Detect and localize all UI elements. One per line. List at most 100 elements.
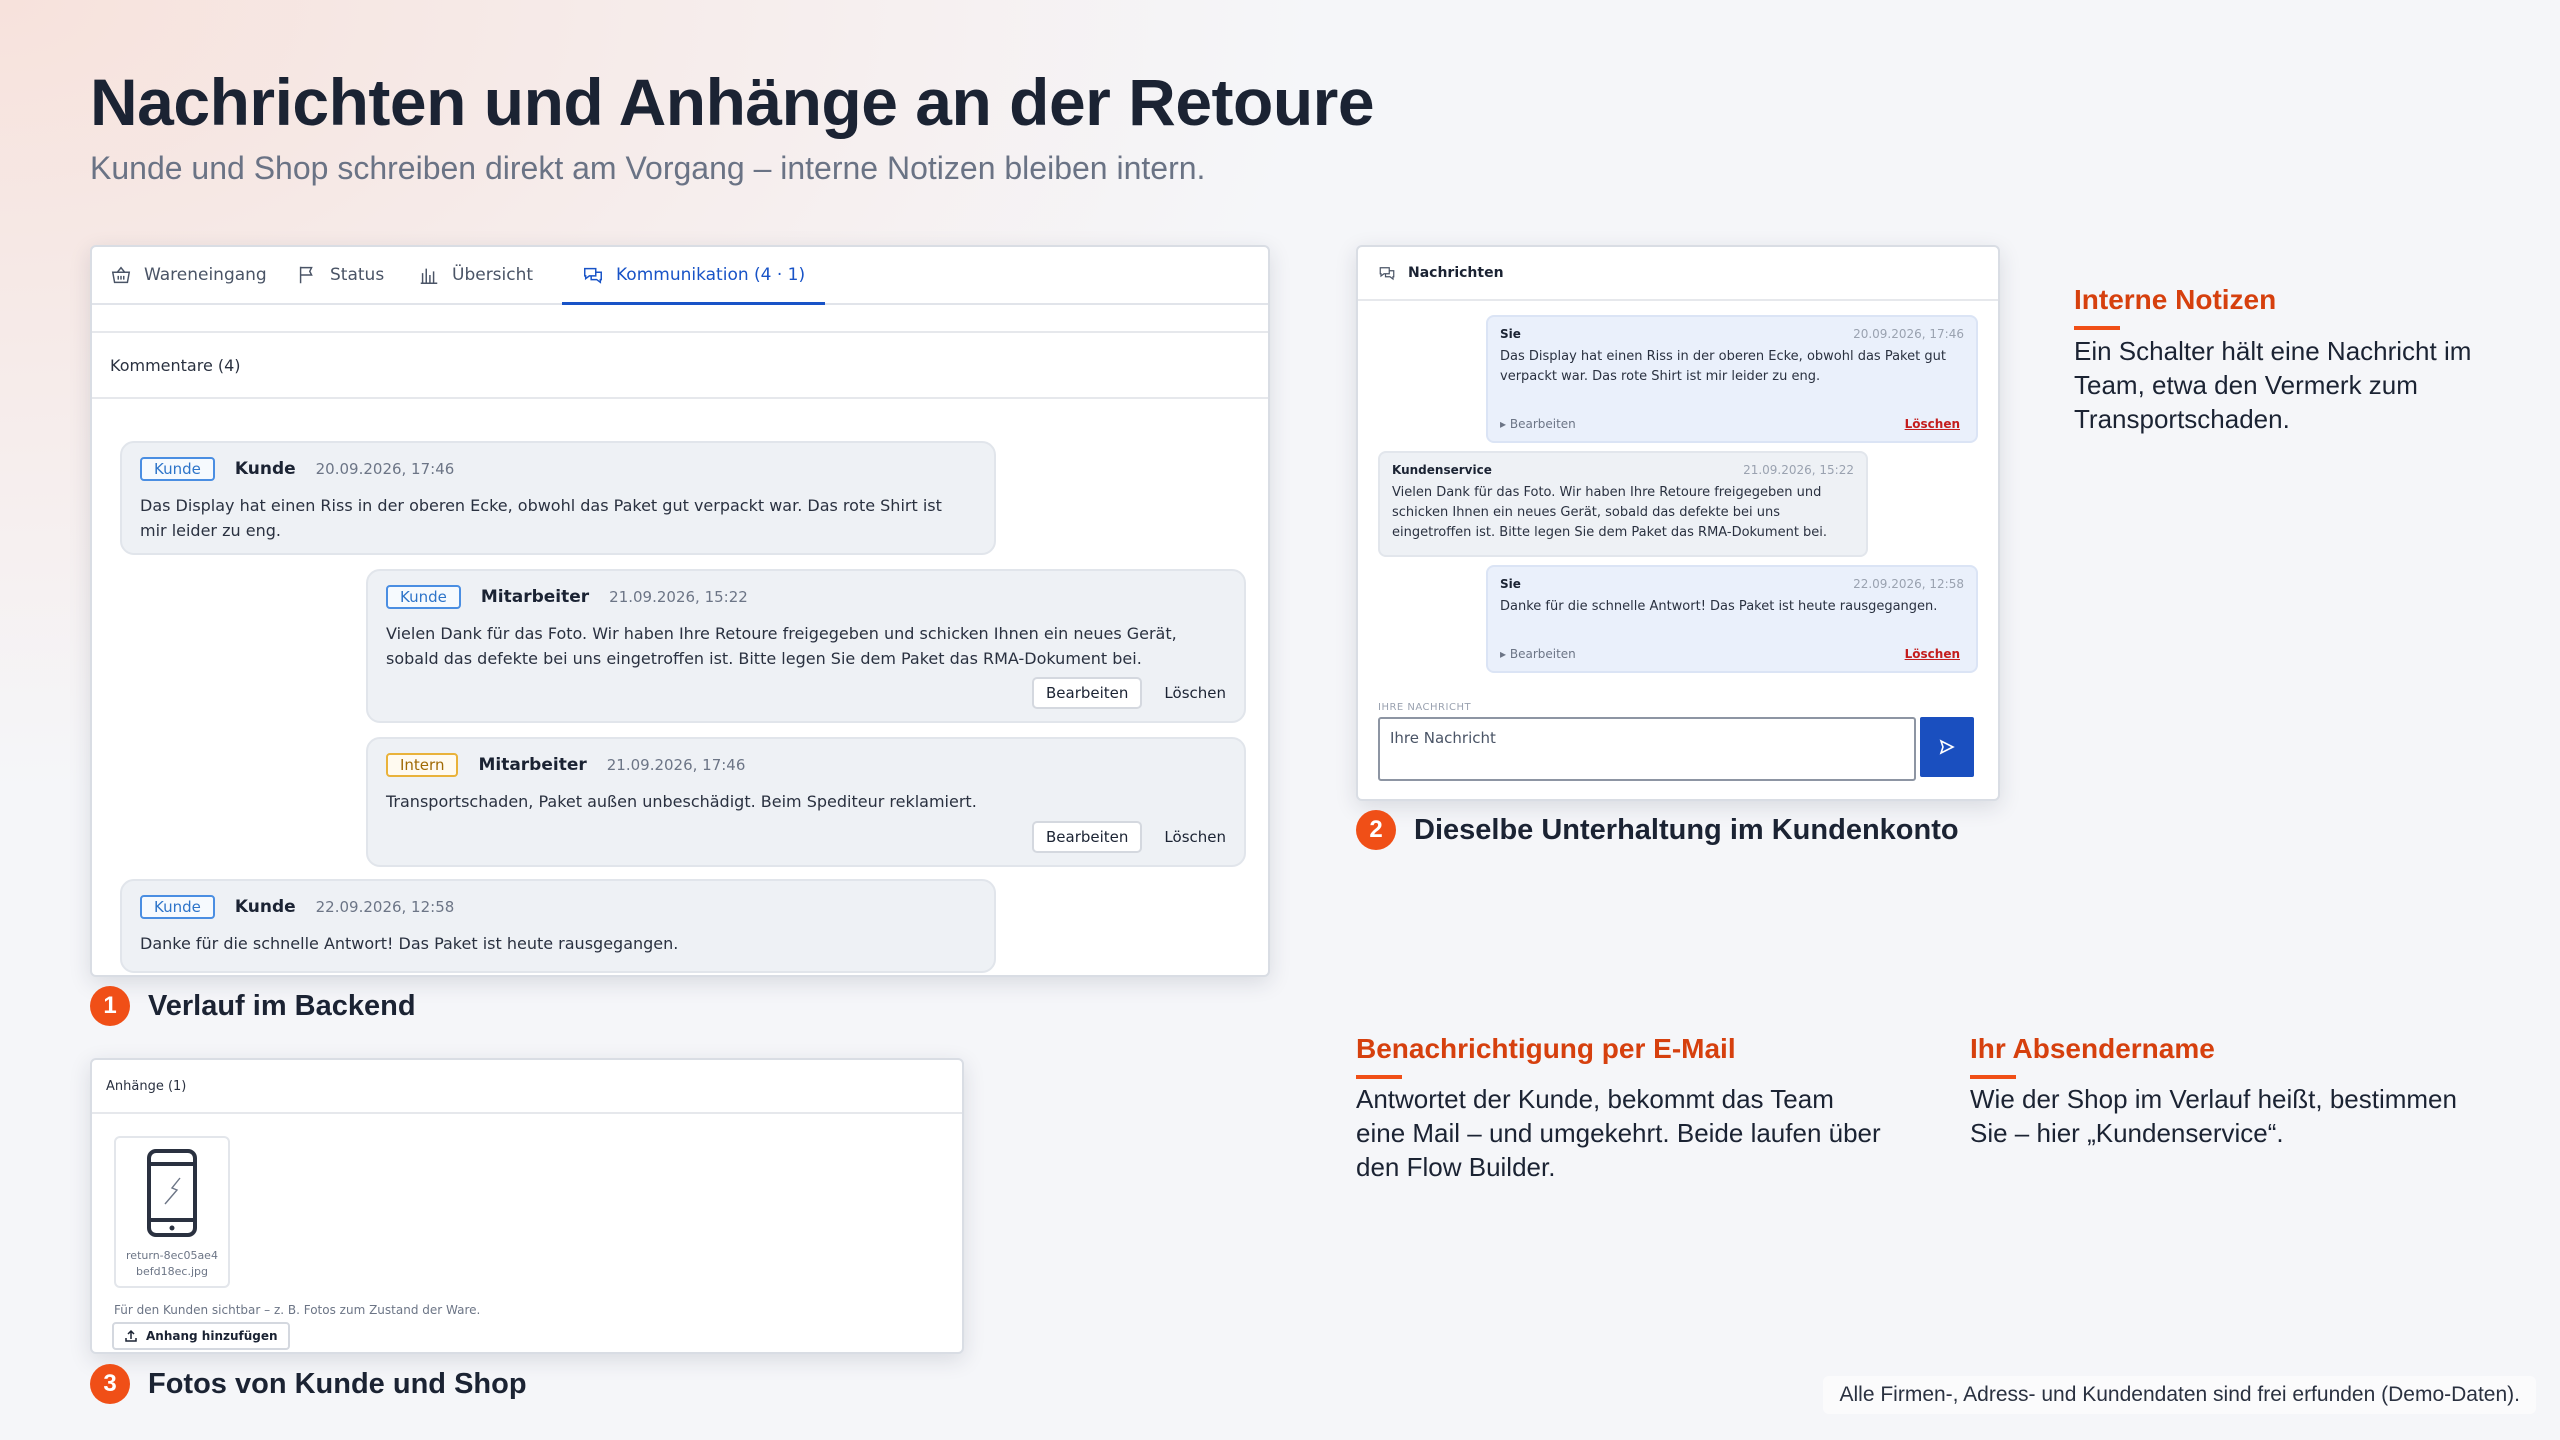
message-date: 21.09.2026, 15:22 [1743,463,1854,477]
comment-text: Transportschaden, Paket außen unbeschädi… [386,792,977,811]
comment-author: Mitarbeiter [480,587,590,607]
tab-status[interactable]: Status [296,247,384,303]
comment-bubble: Kunde Mitarbeiter 21.09.2026, 15:22 Viel… [366,569,1246,723]
add-attachment-button[interactable]: Anhang hinzufügen [112,1322,290,1350]
edit-label: Bearbeiten [1509,647,1576,661]
caption-customer: 2 Dieselbe Unterhaltung im Kundenkonto [1356,810,1959,850]
attachments-note: Für den Kunden sichtbar – z. B. Fotos zu… [114,1303,481,1317]
caption-text: Fotos von Kunde und Shop [148,1367,527,1400]
delete-link[interactable]: Löschen [1905,647,1960,661]
customer-message-own: Sie 20.09.2026, 17:46 Das Display hat ei… [1486,315,1978,443]
active-tab-indicator [562,302,826,305]
customer-message-shop: Kundenservice 21.09.2026, 15:22 Vielen D… [1378,451,1868,557]
comment-meta: Kunde Mitarbeiter 21.09.2026, 15:22 [386,585,748,609]
delete-link[interactable]: Löschen [1905,417,1960,431]
tab-label: Übersicht [452,265,534,285]
step-number: 1 [90,986,130,1026]
send-button[interactable] [1920,717,1974,777]
visibility-tag: Intern [386,753,459,777]
caption-attachments: 3 Fotos von Kunde und Shop [90,1364,527,1404]
message-input[interactable]: Ihre Nachricht [1378,717,1916,781]
message-input-placeholder: Ihre Nachricht [1390,729,1496,747]
comment-bubble: Kunde Kunde 22.09.2026, 12:58 Danke für … [120,879,996,973]
info-email-text: Antwortet der Kunde, bekommt das Team ei… [1356,1084,1881,1182]
edit-button[interactable]: Bearbeiten [1032,677,1143,709]
messages-heading: Nachrichten [1408,265,1504,281]
visibility-tag: Kunde [140,895,215,919]
comment-author: Mitarbeiter [478,755,587,775]
attachments-heading: Anhänge (1) [92,1060,962,1114]
info-internal-notes-title: Interne Notizen [2074,284,2277,330]
step-number: 3 [90,1364,130,1404]
edit-toggle[interactable]: ▸ Bearbeiten [1500,647,1576,661]
basket-icon [111,266,131,284]
message-author: Sie [1500,327,1521,341]
backend-screenshot: Wareneingang Status Übersicht Kommunikat… [90,245,1270,977]
page-subtitle: Kunde und Shop schreiben direkt am Vorga… [90,150,1206,186]
edit-label: Bearbeiten [1509,417,1576,431]
comment-meta: Kunde Kunde 20.09.2026, 17:46 [140,457,454,481]
tab-bar: Wareneingang Status Übersicht Kommunikat… [92,247,1268,305]
message-text: Das Display hat einen Riss in der oberen… [1500,349,1946,384]
delete-button[interactable]: Löschen [1164,684,1226,702]
tab-label: Wareneingang [144,265,267,285]
filename-line: return-8ec05ae4 [126,1249,218,1262]
message-date: 20.09.2026, 17:46 [1853,327,1964,341]
comment-actions: Bearbeiten Löschen [1032,821,1226,853]
comment-text: Das Display hat einen Riss in der oberen… [140,496,942,540]
comment-meta: Intern Mitarbeiter 21.09.2026, 17:46 [386,753,745,777]
comment-text: Vielen Dank für das Foto. Wir haben Ihre… [386,624,1177,668]
comment-text: Danke für die schnelle Antwort! Das Pake… [140,934,679,953]
chat-icon [1379,267,1395,281]
delete-button[interactable]: Löschen [1164,828,1226,846]
edit-toggle[interactable]: ▸ Bearbeiten [1500,417,1576,431]
caption-backend: 1 Verlauf im Backend [90,986,416,1026]
comment-date: 22.09.2026, 12:58 [315,898,455,916]
message-input-label: IHRE NACHRICHT [1378,702,1472,713]
demo-data-note: Alle Firmen-, Adress- und Kundendaten si… [1823,1376,2536,1414]
comment-date: 21.09.2026, 15:22 [609,588,748,606]
comment-bubble-internal: Intern Mitarbeiter 21.09.2026, 17:46 Tra… [366,737,1246,867]
comment-actions: Bearbeiten Löschen [1032,677,1226,709]
tab-uebersicht[interactable]: Übersicht [418,247,533,303]
comment-meta: Kunde Kunde 22.09.2026, 12:58 [140,895,454,919]
step-number: 2 [1356,810,1396,850]
visibility-tag: Kunde [140,457,215,481]
info-sender-text: Wie der Shop im Verlauf heißt, bestimmen… [1970,1084,2457,1148]
messages-header: Nachrichten [1358,247,1998,301]
page-title: Nachrichten und Anhänge an der Retoure [90,65,1375,139]
comment-bubble: Kunde Kunde 20.09.2026, 17:46 Das Displa… [120,441,996,555]
tab-kommunikation[interactable]: Kommunikation (4 · 1) [562,247,826,305]
info-internal-notes-text: Ein Schalter hält eine Nachricht im Team… [2074,336,2472,434]
customer-account-screenshot: Nachrichten Sie 20.09.2026, 17:46 Das Di… [1356,245,2000,801]
message-text: Danke für die schnelle Antwort! Das Pake… [1500,599,1938,614]
message-author: Kundenservice [1392,463,1492,477]
attachments-screenshot: Anhänge (1) return-8ec05ae4 befd18ec.jpg… [90,1058,964,1354]
comment-author: Kunde [234,897,296,917]
chat-icon [584,267,602,284]
smartphone-icon [147,1149,197,1237]
caption-text: Verlauf im Backend [148,989,416,1022]
tab-label: Kommunikation (4 · 1) [616,265,806,285]
caption-text: Dieselbe Unterhaltung im Kundenkonto [1414,813,1959,846]
comment-date: 21.09.2026, 17:46 [606,756,746,774]
tab-label: Status [330,265,385,285]
message-author: Sie [1500,577,1521,591]
attachment-thumbnail[interactable]: return-8ec05ae4 befd18ec.jpg [114,1136,230,1288]
tab-wareneingang[interactable]: Wareneingang [110,247,267,303]
customer-message-own: Sie 22.09.2026, 12:58 Danke für die schn… [1486,565,1978,673]
comments-heading: Kommentare (4) [92,331,1268,399]
add-attachment-label: Anhang hinzufügen [146,1329,278,1343]
message-text: Vielen Dank für das Foto. Wir haben Ihre… [1392,485,1828,540]
bar-chart-icon [420,268,438,284]
filename-line: befd18ec.jpg [136,1265,208,1278]
info-email-title: Benachrichtigung per E-Mail [1356,1033,1736,1079]
comment-date: 20.09.2026, 17:46 [315,460,455,478]
info-sender-title: Ihr Absendername [1970,1033,2215,1079]
flag-icon [299,266,313,284]
comment-author: Kunde [234,459,296,479]
upload-icon [125,1329,137,1342]
edit-button[interactable]: Bearbeiten [1032,821,1143,853]
message-date: 22.09.2026, 12:58 [1853,577,1964,591]
send-icon [1939,739,1955,755]
